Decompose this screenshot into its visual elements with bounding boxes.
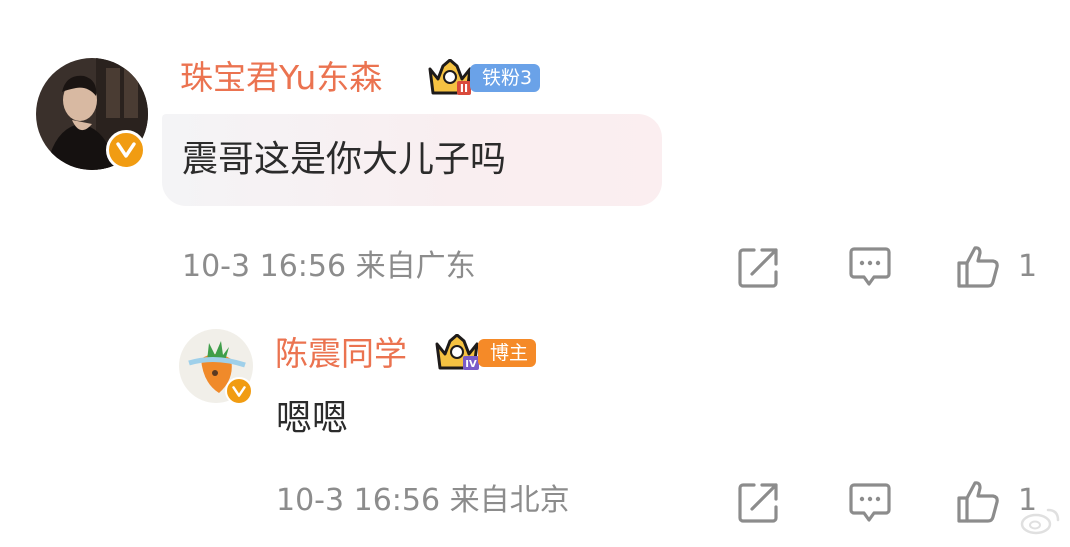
commenter-username[interactable]: 珠宝君Yu东森: [180, 58, 382, 98]
share-icon[interactable]: [736, 246, 780, 290]
verified-icon: [106, 130, 146, 170]
crown-level-4-icon: IV: [435, 334, 479, 370]
reply-text[interactable]: 嗯嗯: [276, 397, 348, 441]
replier-username[interactable]: 陈震同学: [275, 334, 407, 374]
comment-time: 10-3 16:56: [182, 249, 347, 284]
thumbs-up-icon[interactable]: [955, 244, 1001, 290]
comment-icon[interactable]: [848, 482, 892, 524]
replier-avatar[interactable]: [179, 329, 253, 405]
share-icon[interactable]: [736, 481, 780, 525]
commenter-avatar[interactable]: [36, 58, 148, 170]
comment-bubble[interactable]: 震哥这是你大儿子吗: [162, 114, 662, 206]
svg-text:II: II: [460, 82, 468, 95]
blogger-badge[interactable]: 博主: [478, 339, 536, 367]
comment-text: 震哥这是你大儿子吗: [182, 139, 507, 180]
comment-icon[interactable]: [848, 246, 892, 288]
crown-level-2-icon: II: [428, 59, 472, 95]
fan-level-badge[interactable]: 铁粉3: [470, 64, 540, 92]
verified-icon: [225, 377, 253, 405]
reply-meta: 10-3 16:56 来自北京: [276, 483, 570, 519]
weibo-watermark-icon: [1020, 508, 1060, 535]
like-count: 1: [1018, 249, 1038, 284]
comment-meta: 10-3 16:56 来自广东: [182, 249, 476, 285]
reply-location: 来自北京: [449, 483, 570, 518]
thumbs-up-icon[interactable]: [955, 479, 1001, 525]
svg-text:IV: IV: [465, 359, 477, 370]
reply-time: 10-3 16:56: [276, 483, 441, 518]
comment-location: 来自广东: [355, 249, 476, 284]
